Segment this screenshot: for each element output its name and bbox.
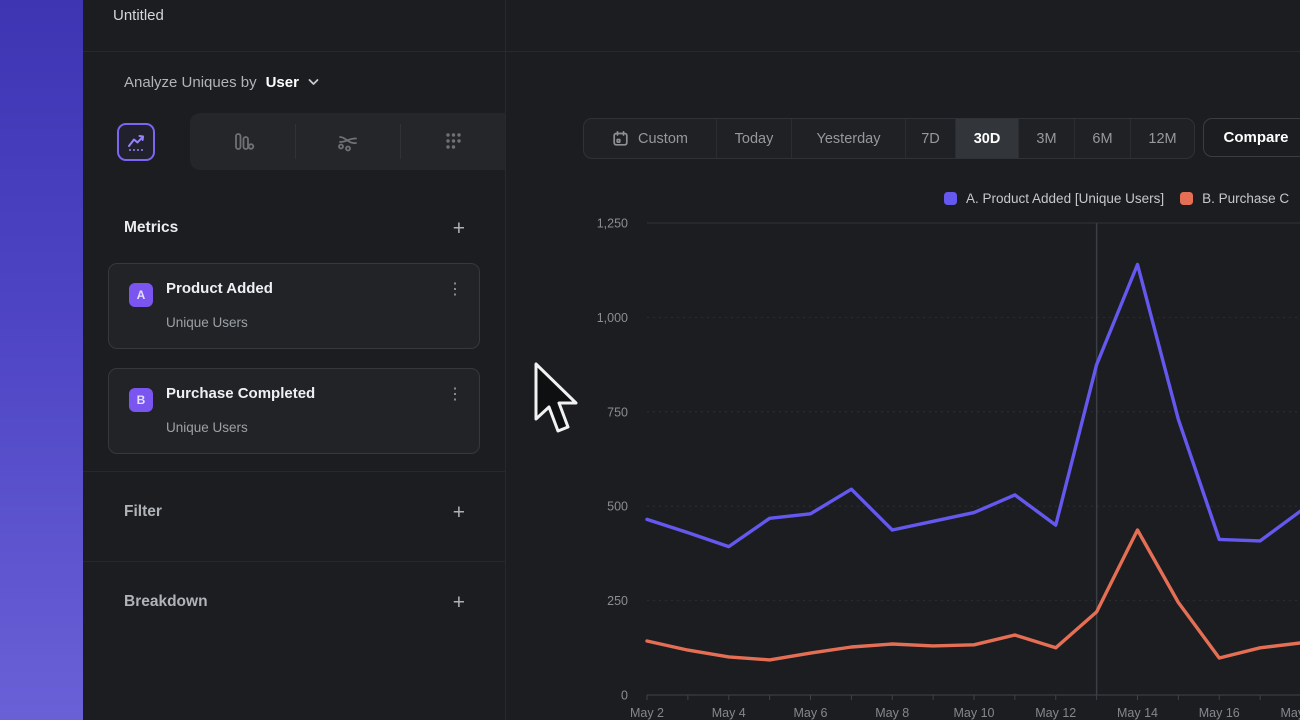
svg-text:May 8: May 8 [875,706,909,720]
svg-text:May 6: May 6 [793,706,827,720]
range-label: 30D [974,131,1001,147]
range-yesterday[interactable]: Yesterday [792,119,906,158]
analyze-by-label: Analyze Uniques by [124,74,257,91]
chart-type-tabs [83,113,505,170]
metrics-section-header: Metrics + [124,211,465,245]
metric-name: Purchase Completed [166,385,315,402]
query-sidebar: Analyze Uniques by User [83,51,505,720]
svg-text:May 12: May 12 [1035,706,1076,720]
filter-title: Filter [124,503,162,521]
svg-text:500: 500 [607,500,628,514]
metric-aggregation[interactable]: Unique Users [166,315,248,330]
svg-text:0: 0 [621,689,628,703]
svg-text:May 16: May 16 [1199,706,1240,720]
svg-text:May 10: May 10 [954,706,995,720]
range-6m[interactable]: 6M [1075,119,1131,158]
add-filter-button[interactable]: + [453,502,465,523]
metric-badge-b: B [129,388,153,412]
range-today[interactable]: Today [717,119,792,158]
chevron-down-icon[interactable] [308,78,319,86]
metric-options-icon[interactable]: ⋮ [447,279,463,299]
document-title: Untitled [113,7,164,24]
svg-text:1,000: 1,000 [597,311,628,325]
legend-label: A. Product Added [Unique Users] [966,191,1164,206]
svg-text:250: 250 [607,594,628,608]
line-chart-icon [117,123,155,161]
tab-line-chart[interactable] [83,113,188,170]
legend-item-a[interactable]: A. Product Added [Unique Users] [944,191,1164,206]
analyze-by-row: Analyze Uniques by User [83,51,505,113]
svg-text:May 2: May 2 [630,706,664,720]
chart-panel: Custom Today Yesterday 7D 30D 3M 6M 12M … [507,51,1300,720]
range-custom[interactable]: Custom [584,119,717,158]
legend-item-b[interactable]: B. Purchase C [1180,191,1289,206]
flow-chart-icon [334,130,362,154]
metric-name: Product Added [166,280,273,297]
compare-button[interactable]: Compare [1203,118,1300,157]
metric-badge-a: A [129,283,153,307]
breakdown-section-header: Breakdown + [124,585,465,619]
range-3m[interactable]: 3M [1019,119,1075,158]
top-bar: Untitled [83,0,1300,52]
svg-text:1,250: 1,250 [597,217,628,231]
legend-label: B. Purchase C [1202,191,1289,206]
metric-card-purchase-completed[interactable]: B Purchase Completed ⋮ Unique Users [108,368,480,454]
metric-aggregation[interactable]: Unique Users [166,420,248,435]
metrics-title: Metrics [124,219,178,237]
range-label: Today [735,131,774,147]
range-12m[interactable]: 12M [1131,119,1194,158]
sidebar-main-divider [505,0,506,720]
chart-legend: A. Product Added [Unique Users] B. Purch… [944,191,1289,206]
metric-options-icon[interactable]: ⋮ [447,384,463,404]
range-label: Yesterday [817,131,881,147]
range-label: 7D [921,131,940,147]
range-label: 12M [1148,131,1176,147]
metric-card-product-added[interactable]: A Product Added ⋮ Unique Users [108,263,480,349]
svg-text:750: 750 [607,405,628,419]
add-breakdown-button[interactable]: + [453,592,465,613]
bar-chart-icon [230,129,256,155]
section-divider [83,471,505,472]
svg-text:May 14: May 14 [1117,706,1158,720]
line-chart: 0 250 500 750 1,000 1,250 May 2 May 4 May 6 May 8… [567,211,1300,720]
range-label: Custom [638,131,688,147]
filter-section-header: Filter + [124,495,465,529]
breakdown-title: Breakdown [124,593,208,611]
analyze-by-dropdown[interactable]: User [266,74,299,91]
svg-text:May 18: May 18 [1281,706,1300,720]
tab-grid-chart[interactable] [400,113,505,170]
range-label: 6M [1092,131,1112,147]
tab-bar-chart[interactable] [190,113,295,170]
grid-chart-icon [440,129,466,155]
section-divider [83,561,505,562]
legend-swatch-a [944,192,957,205]
left-accent-strip [0,0,83,720]
calendar-icon [612,130,629,147]
svg-text:May 4: May 4 [712,706,746,720]
range-30d[interactable]: 30D [956,119,1019,158]
legend-swatch-b [1180,192,1193,205]
range-label: 3M [1036,131,1056,147]
add-metric-button[interactable]: + [453,218,465,239]
range-7d[interactable]: 7D [906,119,956,158]
tab-flow-chart[interactable] [295,113,400,170]
app-window: Untitled Analyze Uniques by User [0,0,1300,720]
date-range-selector: Custom Today Yesterday 7D 30D 3M 6M 12M [583,118,1195,159]
